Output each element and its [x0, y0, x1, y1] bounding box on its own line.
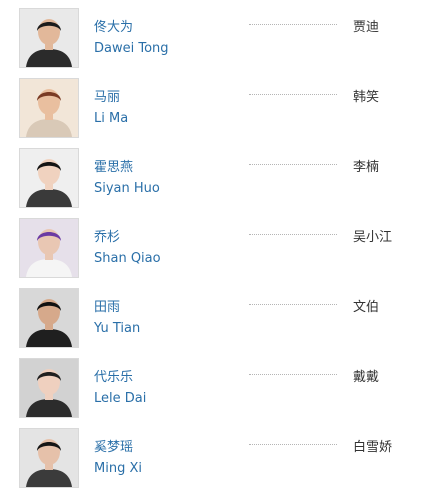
actor-photo[interactable] [19, 358, 79, 418]
actor-photo[interactable] [19, 78, 79, 138]
role-name: 文伯 [353, 300, 380, 315]
portrait-icon [20, 359, 78, 417]
actor-name-cn[interactable]: 马丽 [94, 86, 120, 105]
actor-photo[interactable] [19, 288, 79, 348]
role-name: 贾迪 [353, 20, 380, 35]
actor-name-en[interactable]: Yu Tian [94, 321, 140, 336]
cast-row: 代乐乐 Lele Dai 戴戴 [0, 358, 424, 422]
actor-photo[interactable] [19, 148, 79, 208]
actor-name-en[interactable]: Dawei Tong [94, 41, 169, 56]
role-name: 吴小江 [353, 230, 393, 245]
dotted-divider [249, 24, 337, 25]
actor-name-en[interactable]: Siyan Huo [94, 181, 160, 196]
actor-name-cn[interactable]: 乔杉 [94, 226, 120, 245]
actor-photo[interactable] [19, 218, 79, 278]
actor-name-cn[interactable]: 田雨 [94, 296, 120, 315]
portrait-icon [20, 9, 78, 67]
cast-row: 马丽 Li Ma 韩笑 [0, 78, 424, 142]
actor-name-en[interactable]: Li Ma [94, 111, 128, 126]
cast-row: 乔杉 Shan Qiao 吴小江 [0, 218, 424, 282]
actor-name-en[interactable]: Lele Dai [94, 391, 146, 406]
role-name: 白雪娇 [353, 440, 393, 455]
portrait-icon [20, 149, 78, 207]
actor-photo[interactable] [19, 8, 79, 68]
dotted-divider [249, 94, 337, 95]
role-name: 李楠 [353, 160, 380, 175]
dotted-divider [249, 304, 337, 305]
dotted-divider [249, 164, 337, 165]
dotted-divider [249, 374, 337, 375]
cast-row: 霍思燕 Siyan Huo 李楠 [0, 148, 424, 212]
actor-photo[interactable] [19, 428, 79, 488]
dotted-divider [249, 444, 337, 445]
actor-name-cn[interactable]: 霍思燕 [94, 156, 133, 175]
dotted-divider [249, 234, 337, 235]
portrait-icon [20, 219, 78, 277]
actor-name-en[interactable]: Ming Xi [94, 461, 142, 476]
role-name: 韩笑 [353, 90, 380, 105]
actor-name-cn[interactable]: 佟大为 [94, 16, 133, 35]
actor-name-cn[interactable]: 代乐乐 [94, 366, 133, 385]
actor-name-cn[interactable]: 奚梦瑶 [94, 436, 133, 455]
role-name: 戴戴 [353, 370, 380, 385]
cast-row: 田雨 Yu Tian 文伯 [0, 288, 424, 352]
cast-row: 奚梦瑶 Ming Xi 白雪娇 [0, 428, 424, 492]
actor-name-en[interactable]: Shan Qiao [94, 251, 161, 266]
cast-list: 佟大为 Dawei Tong 贾迪 马丽 Li Ma 韩笑 霍思燕 Siyan … [0, 0, 424, 502]
cast-row: 佟大为 Dawei Tong 贾迪 [0, 8, 424, 72]
portrait-icon [20, 429, 78, 487]
portrait-icon [20, 79, 78, 137]
portrait-icon [20, 289, 78, 347]
